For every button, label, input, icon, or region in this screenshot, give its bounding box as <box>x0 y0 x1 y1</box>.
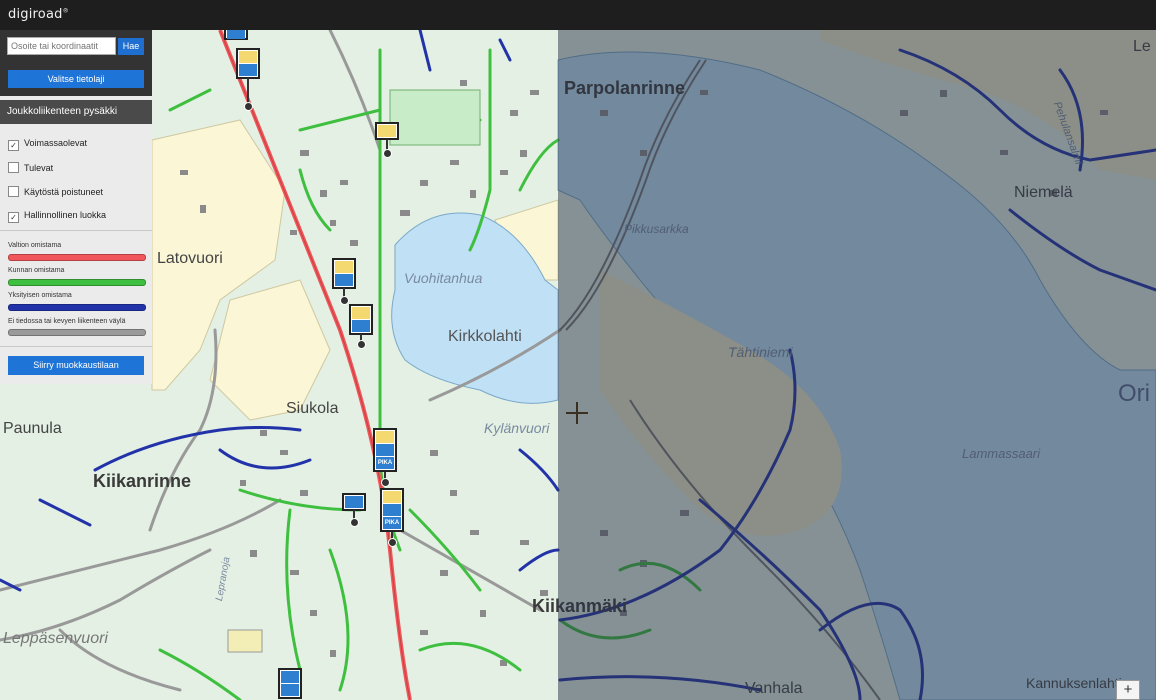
legend-bar-municipal <box>8 279 146 286</box>
place-label: Leppäsenvuori <box>3 630 108 647</box>
place-label: Le <box>1133 38 1151 55</box>
place-label: Kannuksenlahti <box>1026 675 1122 691</box>
bus-icon <box>352 320 370 332</box>
search-button[interactable]: Hae <box>118 38 144 55</box>
divider <box>0 346 152 347</box>
water-label: Pikkusarkka <box>624 222 689 236</box>
filter-label: Hallinnollinen luokka <box>24 210 107 220</box>
bus-stop-sign <box>332 258 356 289</box>
bus-stop-sign: PIKA <box>380 488 404 532</box>
side-panel: Hae Valitse tietolaji Joukkoliikenteen p… <box>0 30 152 384</box>
bus-icon <box>376 431 394 443</box>
bus-icon <box>239 64 257 76</box>
checkbox-checked-icon[interactable]: ✓ <box>8 212 19 223</box>
bus-icon <box>376 444 394 456</box>
bus-stop-sign <box>375 122 399 140</box>
logo-text: digiroad <box>8 7 63 22</box>
filter-label: Voimassaolevat <box>24 138 88 148</box>
pika-badge: PIKA <box>376 457 394 469</box>
select-layer-button[interactable]: Valitse tietolaji <box>8 70 144 88</box>
legend-label: Kunnan omistama <box>8 267 65 274</box>
pika-badge: PIKA <box>383 517 401 529</box>
search-input[interactable] <box>7 37 116 55</box>
logo-mark: ® <box>62 7 69 15</box>
map-view[interactable]: Parpolanrinne Niemelä Latovuori Siukola … <box>0 30 1156 700</box>
bus-icon <box>335 274 353 286</box>
bus-stop-sign <box>342 493 366 511</box>
legend-bar-state <box>8 254 146 261</box>
filter-voimassaolevat[interactable]: ✓ Voimassaolevat <box>8 138 87 151</box>
stop-pole <box>247 78 249 104</box>
place-label: Latovuori <box>157 250 223 267</box>
bus-icon <box>239 51 257 63</box>
place-label: Kiikanmäki <box>532 596 628 616</box>
filter-hallinnollinen-luokka[interactable]: ✓ Hallinnollinen luokka <box>8 210 106 223</box>
zoom-in-button[interactable]: + <box>1116 680 1140 700</box>
legend-bar-private <box>8 304 146 311</box>
checkbox-icon[interactable] <box>8 186 19 197</box>
bus-icon <box>227 30 245 39</box>
bus-icon <box>281 671 299 683</box>
legend-bar-unknown <box>8 329 146 336</box>
checkbox-checked-icon[interactable]: ✓ <box>8 140 19 151</box>
water-label: Tähtiniemi <box>728 344 793 360</box>
bus-icon <box>345 496 363 508</box>
divider <box>0 230 152 231</box>
filter-label: Käytöstä poistuneet <box>24 187 104 197</box>
stop-point <box>383 149 392 158</box>
checkbox-icon[interactable] <box>8 162 19 173</box>
water-label: Vuohitanhua <box>404 270 483 286</box>
bus-icon <box>335 261 353 273</box>
bus-stop-sign <box>236 48 260 79</box>
stop-point <box>381 478 390 487</box>
filter-kaytosta-poistuneet[interactable]: Käytöstä poistuneet <box>8 186 103 197</box>
water-label: Lammassaari <box>962 446 1041 461</box>
legend-label: Yksityisen omistama <box>8 292 72 299</box>
place-label: Kiikanrinne <box>93 471 192 491</box>
search-area: Hae Valitse tietolaji <box>0 30 152 96</box>
edit-mode-button[interactable]: Siirry muokkaustilaan <box>8 356 144 375</box>
water-label: Kirkkolahti <box>448 328 522 345</box>
water-label: Kylänvuori <box>484 420 550 436</box>
place-label: Niemelä <box>1014 184 1073 201</box>
filter-label: Tulevat <box>24 163 54 173</box>
stop-point <box>340 296 349 305</box>
legend-label: Ei tiedossa tai kevyen liikenteen väylä <box>8 318 126 325</box>
top-bar: digiroad® <box>0 0 1156 30</box>
place-label: Vanhala <box>745 680 803 697</box>
bus-icon <box>383 491 401 503</box>
place-label: Ori <box>1118 380 1150 407</box>
stop-point <box>244 102 253 111</box>
bus-icon <box>281 684 299 696</box>
stop-point <box>357 340 366 349</box>
section-title: Joukkoliikenteen pysäkki <box>0 100 152 124</box>
bus-icon <box>378 125 396 137</box>
crosshair-icon <box>566 402 588 424</box>
filter-tulevat[interactable]: Tulevat <box>8 162 53 173</box>
digiroad-logo[interactable]: digiroad® <box>8 7 69 22</box>
bus-stop-sign: PIKA <box>373 428 397 472</box>
legend-label: Valtion omistama <box>8 242 62 249</box>
bus-stop-sign <box>349 304 373 335</box>
place-label: Parpolanrinne <box>564 78 686 98</box>
bus-stop-sign <box>278 668 302 699</box>
place-label: Siukola <box>286 400 339 417</box>
bus-icon <box>352 307 370 319</box>
stop-point <box>350 518 359 527</box>
bus-stop-sign <box>224 30 248 40</box>
stop-point <box>388 538 397 547</box>
place-label: Paunula <box>3 420 62 437</box>
bus-icon <box>383 504 401 516</box>
